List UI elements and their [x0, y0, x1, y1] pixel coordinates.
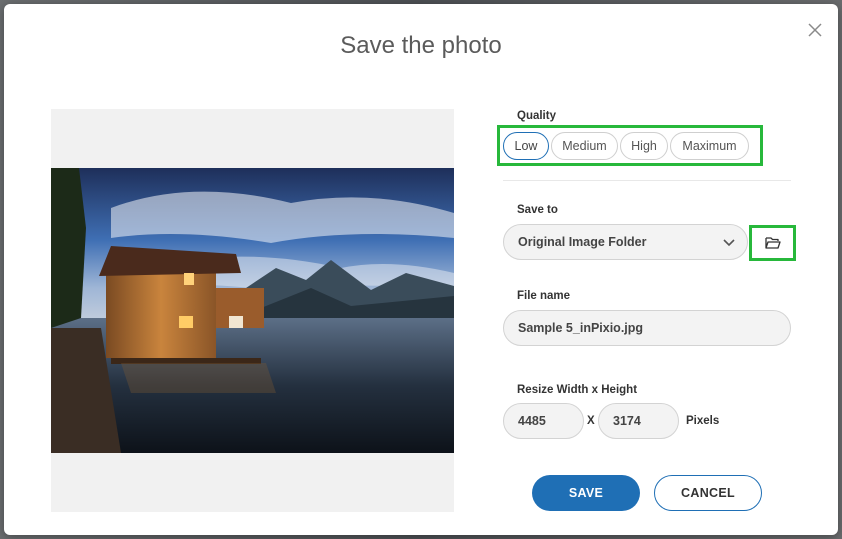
close-button[interactable] — [806, 21, 824, 39]
height-input[interactable]: 3174 — [598, 403, 679, 439]
dialog-title: Save the photo — [340, 32, 502, 59]
cancel-button[interactable]: CANCEL — [654, 475, 762, 511]
width-input[interactable]: 4485 — [503, 403, 584, 439]
save-button[interactable]: SAVE — [532, 475, 640, 511]
save-to-label: Save to — [517, 204, 558, 216]
close-icon — [808, 23, 822, 37]
save-photo-dialog: Save the photo Quality Low Medium High M… — [4, 4, 838, 535]
resize-unit-label: Pixels — [686, 415, 720, 427]
file-name-label: File name — [517, 290, 571, 302]
quality-label: Quality — [517, 110, 556, 122]
resize-label: Resize Width x Height — [517, 384, 638, 396]
section-divider — [503, 180, 791, 181]
save-to-value: Original Image Folder — [518, 235, 647, 249]
photo-preview-image — [51, 168, 454, 453]
resize-separator: X — [587, 415, 595, 427]
save-to-select[interactable]: Original Image Folder — [503, 224, 748, 260]
folder-highlight-box — [749, 225, 796, 261]
chevron-down-icon — [723, 239, 735, 247]
quality-highlight-box — [497, 125, 763, 166]
file-name-input[interactable]: Sample 5_inPixio.jpg — [503, 310, 791, 346]
photo-preview-area — [51, 109, 454, 512]
